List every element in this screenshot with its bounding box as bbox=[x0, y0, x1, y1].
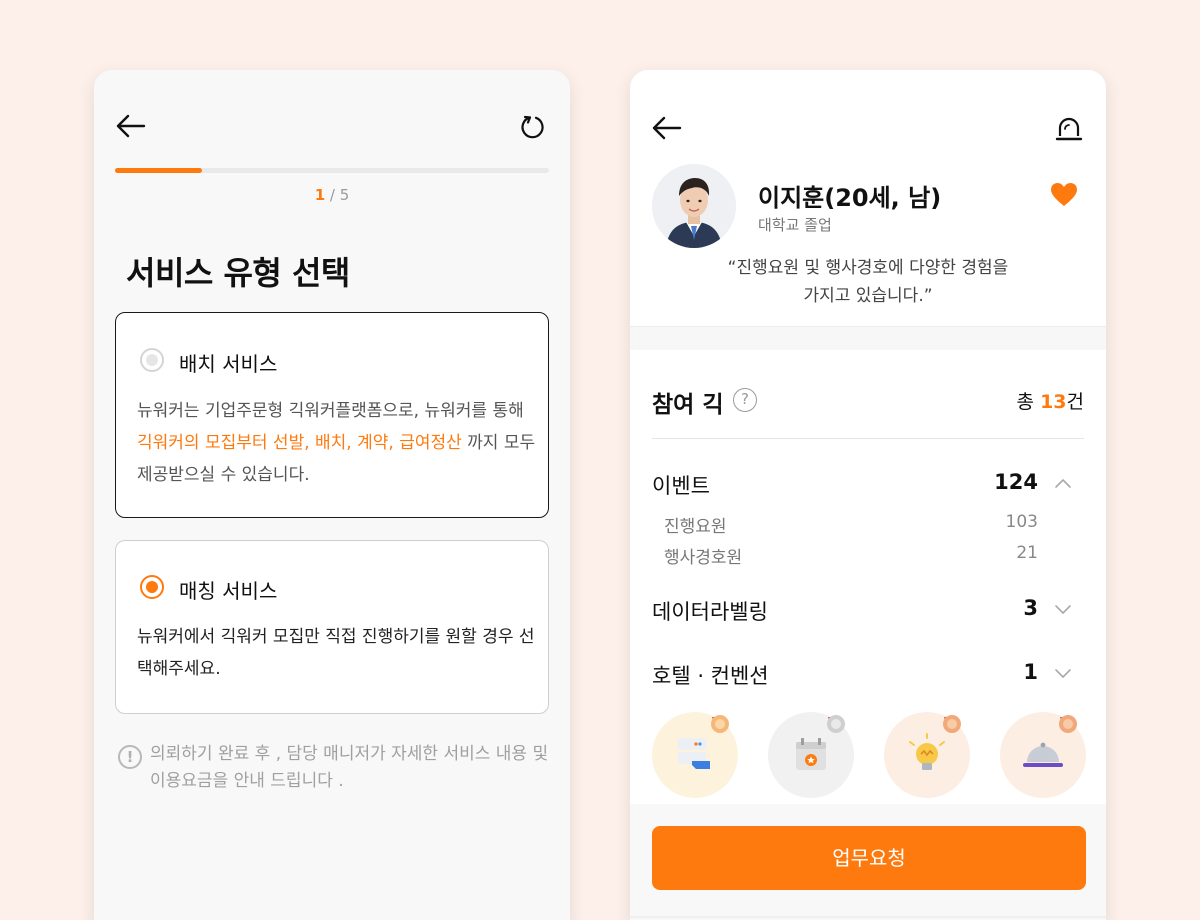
category-count: 1 bbox=[1023, 660, 1038, 684]
option-matching-service[interactable]: 매칭 서비스 뉴워커에서 긱워커 모집만 직접 진행하기를 원할 경우 선택해주… bbox=[115, 540, 549, 714]
service-type-screen: 1 / 5 서비스 유형 선택 배치 서비스 뉴워커는 기업주문형 긱워커플랫폼… bbox=[94, 70, 570, 920]
category-label: 데이터라벨링 bbox=[652, 600, 768, 624]
lightbulb-badge-icon bbox=[884, 712, 970, 798]
quote-line: “진행요원 및 행사경호에 다양한 경험을 bbox=[727, 258, 1009, 278]
total-suffix: 건 bbox=[1066, 391, 1084, 413]
siren-icon[interactable] bbox=[1055, 114, 1083, 142]
subcategory-label: 행사경호원 bbox=[664, 548, 743, 568]
step-separator: / bbox=[325, 186, 340, 204]
page-title: 서비스 유형 선택 bbox=[126, 254, 350, 292]
cloche-badge-icon bbox=[1000, 712, 1086, 798]
step-indicator: 1 / 5 bbox=[94, 186, 570, 204]
desc-highlight: 긱워커의 모집부터 선발, 배치, 계약, 급여정산 bbox=[137, 433, 462, 453]
option-description: 뉴워커에서 긱워커 모집만 직접 진행하기를 원할 경우 선택해주세요. bbox=[137, 627, 535, 679]
person-avatar-icon bbox=[652, 164, 736, 248]
divider bbox=[630, 916, 1106, 918]
option-description: 뉴워커는 기업주문형 긱워커플랫폼으로, 뉴워커를 통해 긱워커의 모집부터 선… bbox=[137, 395, 537, 491]
profile-education: 대학교 졸업 bbox=[758, 216, 832, 234]
divider bbox=[652, 438, 1084, 439]
option-placement-service[interactable]: 배치 서비스 뉴워커는 기업주문형 긱워커플랫폼으로, 뉴워커를 통해 긱워커의… bbox=[115, 312, 549, 518]
subcategory-row: 행사경호원 21 bbox=[630, 543, 1106, 569]
notice-text: 의뢰하기 완료 후 , 담당 매니저가 자세한 서비스 내용 및 이용요금을 안… bbox=[150, 744, 549, 791]
category-label: 이벤트 bbox=[652, 474, 710, 498]
total-count: 13 bbox=[1040, 391, 1067, 413]
option-title: 매칭 서비스 bbox=[179, 579, 278, 603]
category-row-event[interactable]: 이벤트 124 bbox=[630, 470, 1106, 502]
refresh-icon[interactable] bbox=[517, 114, 547, 140]
subcategory-count: 21 bbox=[1016, 543, 1038, 563]
calendar-badge-icon bbox=[768, 712, 854, 798]
category-row-hotel-convention[interactable]: 호텔 · 컨벤션 1 bbox=[630, 660, 1106, 692]
step-current: 1 bbox=[314, 186, 326, 204]
section-divider bbox=[630, 326, 1106, 350]
radio-selected[interactable] bbox=[140, 575, 164, 599]
chevron-down-icon[interactable] bbox=[1054, 602, 1072, 616]
category-count: 124 bbox=[994, 470, 1038, 494]
info-icon: ! bbox=[118, 745, 142, 769]
heart-icon[interactable] bbox=[1050, 182, 1078, 208]
gig-section-title: 참여 긱 bbox=[652, 392, 724, 418]
worker-profile-screen: 이지훈(20세, 남) 대학교 졸업 “진행요원 및 행사경호에 다양한 경험을… bbox=[630, 70, 1106, 920]
help-icon[interactable]: ? bbox=[733, 388, 757, 412]
step-total: 5 bbox=[339, 186, 350, 204]
avatar bbox=[652, 164, 736, 248]
subcategory-count: 103 bbox=[1005, 512, 1038, 532]
step-progress-bar bbox=[115, 168, 549, 173]
request-work-button[interactable]: 업무요청 bbox=[652, 826, 1086, 890]
subcategory-row: 진행요원 103 bbox=[630, 512, 1106, 538]
desc-text: 뉴워커는 기업주문형 긱워커플랫폼으로, 뉴워커를 통해 bbox=[137, 401, 524, 421]
quote-line: 가지고 있습니다.” bbox=[803, 286, 933, 306]
option-title: 배치 서비스 bbox=[179, 352, 278, 376]
step-progress-fill bbox=[115, 168, 202, 173]
chevron-up-icon[interactable] bbox=[1054, 476, 1072, 490]
gig-total: 총 13건 bbox=[1017, 387, 1084, 414]
back-arrow-icon[interactable] bbox=[116, 114, 146, 138]
subcategory-label: 진행요원 bbox=[664, 517, 727, 537]
profile-quote: “진행요원 및 행사경호에 다양한 경험을 가지고 있습니다.” bbox=[690, 254, 1046, 310]
back-arrow-icon[interactable] bbox=[652, 116, 682, 140]
category-row-data-labeling[interactable]: 데이터라벨링 3 bbox=[630, 596, 1106, 628]
total-prefix: 총 bbox=[1016, 391, 1041, 413]
category-count: 3 bbox=[1023, 596, 1038, 620]
radio-unselected[interactable] bbox=[140, 348, 164, 372]
server-badge-icon bbox=[652, 712, 738, 798]
chevron-down-icon[interactable] bbox=[1054, 666, 1072, 680]
profile-name: 이지훈(20세, 남) bbox=[758, 184, 942, 212]
category-label: 호텔 · 컨벤션 bbox=[652, 664, 769, 688]
